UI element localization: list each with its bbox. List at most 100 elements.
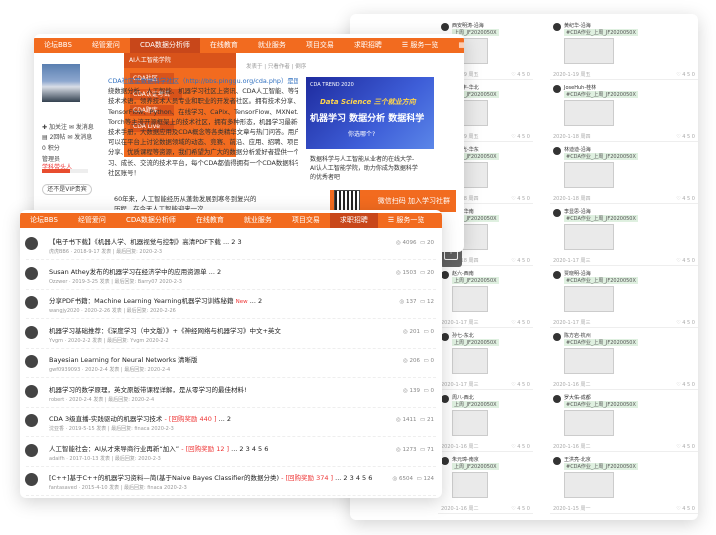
feed-tag[interactable]: #CDA作业_上周_JF2020050X bbox=[564, 463, 638, 470]
feed-item[interactable]: 罗大佑-成都 #CDA作业_上周_JF2020050X 2020-1-16 周二 ♡ … bbox=[550, 392, 698, 452]
feed-item[interactable]: 黄纪华-沿海 #CDA作业_上周_JF2020050X 2020-1-19 周五 ♡ … bbox=[550, 20, 698, 80]
ad-banner[interactable]: CDA TREND 2020 Data Science 三个就业方向 机器学习 … bbox=[306, 77, 434, 149]
thread-title-text[interactable]: CDA 3级直播-实践驱动的机器学习技术 bbox=[49, 415, 162, 423]
thread-title[interactable]: CDA 3级直播-实践驱动的机器学习技术 - [回购奖励 440 ] ... 2 bbox=[49, 413, 231, 423]
nav-edu[interactable]: 在线教育 bbox=[186, 213, 234, 228]
thread-row[interactable]: 分享PDF书籍：Machine Learning Yearning机器学习训练秘… bbox=[20, 291, 442, 319]
avatar[interactable] bbox=[441, 457, 449, 465]
avatar[interactable] bbox=[553, 271, 561, 279]
page-links[interactable]: ... 2 bbox=[219, 415, 231, 423]
nav-ask[interactable]: 经管爱问 bbox=[68, 213, 116, 228]
feed-tag[interactable]: #CDA作业_上周_JF2020050X bbox=[564, 401, 638, 408]
thread-row[interactable]: 机器学习基础推荐：《深度学习（中文版）》+《神经网络与机器学习》中文+英文 Yvg… bbox=[20, 321, 442, 349]
nav-recruit[interactable]: 求职招聘 bbox=[344, 38, 392, 53]
feed-item[interactable]: 李显思-沿海 #CDA作业_上周_JF2020050X 2020-1-17 周三 ♡ … bbox=[550, 206, 698, 266]
avatar[interactable] bbox=[25, 473, 38, 486]
page-links[interactable]: ... 2 3 4 5 6 bbox=[231, 445, 268, 453]
thread-row[interactable]: Susan Athey发布的机器学习在经济学中的应用资源单 ... 2 Ozzwe… bbox=[20, 262, 442, 290]
feed-image[interactable] bbox=[564, 38, 614, 64]
feed-item[interactable]: 王洪亮-北京 #CDA作业_上周_JF2020050X 2020-1-15 周一 ♡ … bbox=[550, 454, 698, 514]
feed-image[interactable] bbox=[452, 286, 488, 312]
thread-title-text[interactable]: 【电子书下载】《机器人学、机器视觉与控制》高清PDF下载 bbox=[49, 238, 221, 246]
feed-author[interactable]: 朱元璋-南京 bbox=[452, 456, 479, 463]
nav-edu[interactable]: 在线教育 bbox=[200, 38, 248, 53]
feed-tag[interactable]: 上周_JF2020050X bbox=[452, 401, 499, 408]
thread-row[interactable]: Bayesian Learning for Neural Networks 清晰… bbox=[20, 350, 442, 378]
feed-actions[interactable]: ♡ 4 5 0 bbox=[511, 258, 530, 264]
feed-actions[interactable]: ♡ 4 5 0 bbox=[511, 72, 530, 78]
feed-tag[interactable]: #CDA作业_上周_JF2020050X bbox=[564, 215, 638, 222]
nav-mine[interactable]: ▦ 我的 bbox=[448, 38, 464, 53]
avatar[interactable] bbox=[553, 209, 561, 217]
page-links[interactable]: ... 2 bbox=[209, 268, 221, 276]
avatar[interactable] bbox=[553, 85, 561, 93]
nav-mine[interactable]: ▦ 我的 bbox=[434, 213, 442, 228]
feed-author[interactable]: 周八-西北 bbox=[452, 394, 474, 401]
thread-title[interactable]: 人工智能社会：AI从才来导商行业再新“加入” - [回购奖励 12 ] ... … bbox=[49, 443, 268, 453]
feed-image[interactable] bbox=[564, 472, 614, 498]
feed-actions[interactable]: ♡ 4 5 0 bbox=[511, 444, 530, 450]
nav-cda[interactable]: CDA数据分析师 bbox=[129, 38, 200, 53]
feed-actions[interactable]: ♡ 4 5 0 bbox=[676, 444, 695, 450]
avatar[interactable] bbox=[25, 237, 38, 250]
avatar[interactable] bbox=[441, 23, 449, 31]
follow-link[interactable]: ✚ 加关注 ✉ 发消息 bbox=[42, 122, 94, 131]
avatar[interactable] bbox=[25, 414, 38, 427]
thread-title-text[interactable]: 机器学习基础推荐：《深度学习（中文版）》+《神经网络与机器学习》中文+英文 bbox=[49, 327, 281, 335]
feed-actions[interactable]: ♡ 4 5 0 bbox=[511, 134, 530, 140]
nav-bbs[interactable]: 论坛BBS bbox=[34, 38, 82, 53]
thread-title[interactable]: Bayesian Learning for Neural Networks 清晰… bbox=[49, 354, 198, 364]
avatar[interactable] bbox=[25, 443, 38, 457]
feed-item[interactable]: 孙七-东北 上周_JF2020050X 2020-1-17 周三 ♡ 4 5 0 bbox=[438, 330, 533, 390]
vip-button[interactable]: 还不是VIP贵宾 bbox=[42, 184, 92, 195]
nav-project[interactable]: 项目交易 bbox=[296, 38, 344, 53]
feed-author[interactable]: JoseHuh-桂林 bbox=[564, 84, 596, 91]
thread-title-text[interactable]: [C++]基于C++的机器学习资料—简(基于Naive Bayes Classi… bbox=[49, 474, 279, 482]
thread-row[interactable]: [C++]基于C++的机器学习资料—简(基于Naive Bayes Classi… bbox=[20, 468, 442, 496]
feed-actions[interactable]: ♡ 4 5 0 bbox=[676, 72, 695, 78]
feed-actions[interactable]: ♡ 4 5 0 bbox=[676, 382, 695, 388]
thread-title-text[interactable]: 人工智能社会：AI从才来导商行业再新“加入” bbox=[49, 445, 179, 453]
feed-image[interactable] bbox=[564, 162, 614, 188]
dropdown-ai-college[interactable]: AI人工智能学院 bbox=[124, 53, 236, 68]
avatar[interactable] bbox=[25, 296, 38, 309]
avatar[interactable] bbox=[441, 333, 449, 341]
feed-actions[interactable]: ♡ 4 5 0 bbox=[511, 506, 530, 512]
thread-row[interactable]: CDA 3级直播-实践驱动的机器学习技术 - [回购奖励 440 ] ... 2… bbox=[20, 409, 442, 437]
feed-author[interactable]: 孙七-东北 bbox=[452, 332, 474, 339]
avatar[interactable] bbox=[553, 333, 561, 341]
nav-ask[interactable]: 经管爱问 bbox=[82, 38, 130, 53]
feed-image[interactable] bbox=[564, 410, 614, 436]
avatar[interactable] bbox=[441, 395, 449, 403]
thread-title[interactable]: 机器学习的数学原理，英文原版带课程详解，是从零学习的最佳材料! bbox=[49, 384, 247, 394]
feed-actions[interactable]: ♡ 4 5 0 bbox=[676, 196, 695, 202]
feed-tag[interactable]: #CDA作业_上周_JF2020050X bbox=[564, 339, 638, 346]
thread-title-text[interactable]: Susan Athey发布的机器学习在经济学中的应用资源单 bbox=[49, 268, 207, 276]
nav-bbs[interactable]: 论坛BBS bbox=[20, 213, 68, 228]
thread-title[interactable]: 【电子书下载】《机器人学、机器视觉与控制》高清PDF下载 ... 2 3 bbox=[49, 236, 242, 246]
feed-author[interactable]: 林迪迪-沿海 bbox=[564, 146, 591, 153]
avatar[interactable] bbox=[25, 266, 38, 280]
avatar[interactable] bbox=[25, 325, 38, 339]
nav-cda[interactable]: CDA数据分析师 bbox=[116, 213, 186, 228]
feed-item[interactable]: 周八-西北 上周_JF2020050X 2020-1-16 周二 ♡ 4 5 0 bbox=[438, 392, 533, 452]
feed-item[interactable]: 朱元璋-南京 上周_JF2020050X 2020-1-16 周二 ♡ 4 5 0 bbox=[438, 454, 533, 514]
avatar[interactable] bbox=[441, 271, 449, 279]
feed-image[interactable] bbox=[564, 100, 614, 126]
feed-actions[interactable]: ♡ 4 5 0 bbox=[511, 382, 530, 388]
feed-item[interactable]: 陈方岩-杭州 #CDA作业_上周_JF2020050X 2020-1-16 周二 ♡ … bbox=[550, 330, 698, 390]
feed-author[interactable]: 李显思-沿海 bbox=[564, 208, 591, 215]
avatar[interactable] bbox=[553, 457, 561, 465]
feed-actions[interactable]: ♡ 4 5 0 bbox=[511, 320, 530, 326]
feed-tag[interactable]: #CDA作业_上周_JF2020050X bbox=[564, 91, 638, 98]
feed-image[interactable] bbox=[564, 348, 614, 374]
feed-actions[interactable]: ♡ 4 5 0 bbox=[511, 196, 530, 202]
feed-author[interactable]: 陈方岩-杭州 bbox=[564, 332, 591, 339]
feed-author[interactable]: 贾晓明-沿海 bbox=[564, 270, 591, 277]
feed-item[interactable]: 林迪迪-沿海 #CDA作业_上周_JF2020050X 2020-1-18 周四 ♡ … bbox=[550, 144, 698, 204]
feed-item[interactable]: 赵六-西南 上周_JF2020050X 2020-1-17 周三 ♡ 4 5 0 bbox=[438, 268, 533, 328]
feed-image[interactable] bbox=[564, 224, 614, 250]
feed-tag[interactable]: 上周_JF2020050X bbox=[452, 339, 499, 346]
feed-image[interactable] bbox=[452, 348, 488, 374]
nav-project[interactable]: 项目交易 bbox=[282, 213, 330, 228]
